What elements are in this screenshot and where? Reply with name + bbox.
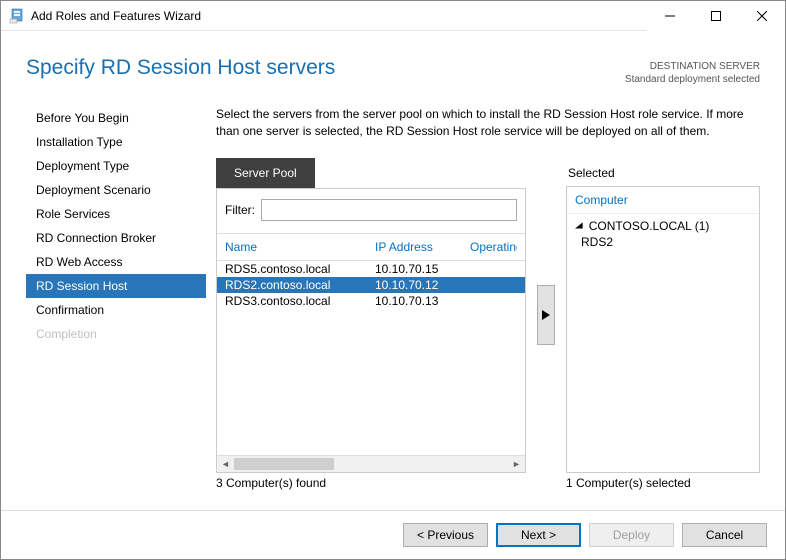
filter-input[interactable]: [261, 199, 517, 221]
nav-item-rd-session-host[interactable]: RD Session Host: [26, 274, 206, 298]
nav-item-role-services[interactable]: Role Services: [26, 202, 206, 226]
titlebar: Add Roles and Features Wizard: [1, 1, 785, 31]
pool-tabbar: Server Pool: [216, 158, 526, 188]
nav-item-rd-web-access[interactable]: RD Web Access: [26, 250, 206, 274]
nav-item-completion: Completion: [26, 322, 206, 346]
cell-ip: 10.10.70.12: [375, 278, 470, 292]
selected-group[interactable]: ◢ CONTOSO.LOCAL (1): [575, 218, 751, 234]
scroll-left-arrow[interactable]: ◄: [217, 456, 234, 471]
filter-label: Filter:: [225, 203, 255, 217]
wizard-nav: Before You BeginInstallation TypeDeploym…: [26, 106, 206, 490]
selected-label: Selected: [566, 158, 760, 186]
panels: Server Pool Filter: Name IP Address Oper…: [216, 158, 760, 473]
next-button[interactable]: Next >: [496, 523, 581, 547]
pool-grid-body: RDS5.contoso.local10.10.70.15RDS2.contos…: [217, 261, 525, 455]
pool-row[interactable]: RDS3.contoso.local10.10.70.13: [217, 293, 525, 309]
description: Select the servers from the server pool …: [216, 106, 760, 140]
selected-panel: Computer ◢ CONTOSO.LOCAL (1)RDS2: [566, 186, 760, 473]
previous-button[interactable]: < Previous: [403, 523, 488, 547]
nav-item-confirmation[interactable]: Confirmation: [26, 298, 206, 322]
filter-row: Filter:: [217, 189, 525, 234]
col-name[interactable]: Name: [225, 240, 375, 254]
window-title: Add Roles and Features Wizard: [31, 9, 201, 23]
minimize-button[interactable]: [647, 1, 693, 31]
nav-item-deployment-type[interactable]: Deployment Type: [26, 154, 206, 178]
cell-ip: 10.10.70.13: [375, 294, 470, 308]
pool-row[interactable]: RDS5.contoso.local10.10.70.15: [217, 261, 525, 277]
selected-group-label: CONTOSO.LOCAL (1): [589, 219, 710, 233]
close-button[interactable]: [739, 1, 785, 31]
nav-item-before-you-begin[interactable]: Before You Begin: [26, 106, 206, 130]
tab-server-pool[interactable]: Server Pool: [216, 158, 315, 188]
pool-row[interactable]: RDS2.contoso.local10.10.70.12: [217, 277, 525, 293]
destination-block: DESTINATION SERVER Standard deployment s…: [625, 56, 760, 86]
cell-ip: 10.10.70.15: [375, 262, 470, 276]
selected-body: ◢ CONTOSO.LOCAL (1)RDS2: [567, 214, 759, 472]
cancel-button[interactable]: Cancel: [682, 523, 767, 547]
selected-status: 1 Computer(s) selected: [566, 476, 691, 490]
col-ip[interactable]: IP Address: [375, 240, 470, 254]
cell-name: RDS5.contoso.local: [225, 262, 375, 276]
button-row: < Previous Next > Deploy Cancel: [1, 510, 785, 559]
destination-label: DESTINATION SERVER: [625, 60, 760, 73]
content: Select the servers from the server pool …: [206, 106, 760, 490]
selected-header: Computer: [567, 187, 759, 214]
col-os[interactable]: Operating: [470, 240, 517, 254]
horizontal-scrollbar[interactable]: ◄ ►: [217, 455, 525, 472]
nav-item-deployment-scenario[interactable]: Deployment Scenario: [26, 178, 206, 202]
window-controls: [647, 1, 785, 31]
page-title: Specify RD Session Host servers: [26, 56, 335, 80]
selected-column: Selected Computer ◢ CONTOSO.LOCAL (1)RDS2: [566, 158, 760, 473]
status-row: 3 Computer(s) found 1 Computer(s) select…: [216, 473, 760, 490]
nav-item-rd-connection-broker[interactable]: RD Connection Broker: [26, 226, 206, 250]
nav-item-installation-type[interactable]: Installation Type: [26, 130, 206, 154]
collapse-icon: ◢: [575, 221, 583, 230]
server-pool-panel: Filter: Name IP Address Operating RDS5.c…: [216, 188, 526, 473]
deploy-button[interactable]: Deploy: [589, 523, 674, 547]
pool-status: 3 Computer(s) found: [216, 476, 526, 490]
selected-item[interactable]: RDS2: [575, 234, 751, 250]
scroll-right-arrow[interactable]: ►: [508, 456, 525, 471]
pool-grid-header: Name IP Address Operating: [217, 234, 525, 261]
server-manager-icon: [9, 8, 25, 24]
header: Specify RD Session Host servers DESTINAT…: [1, 31, 785, 106]
destination-value: Standard deployment selected: [625, 73, 760, 86]
cell-name: RDS2.contoso.local: [225, 278, 375, 292]
maximize-button[interactable]: [693, 1, 739, 31]
cell-name: RDS3.contoso.local: [225, 294, 375, 308]
scroll-thumb[interactable]: [234, 458, 334, 470]
transfer-column: [526, 158, 566, 473]
main: Before You BeginInstallation TypeDeploym…: [1, 106, 785, 490]
pool-column: Server Pool Filter: Name IP Address Oper…: [216, 158, 526, 473]
add-to-selected-button[interactable]: [537, 285, 555, 345]
